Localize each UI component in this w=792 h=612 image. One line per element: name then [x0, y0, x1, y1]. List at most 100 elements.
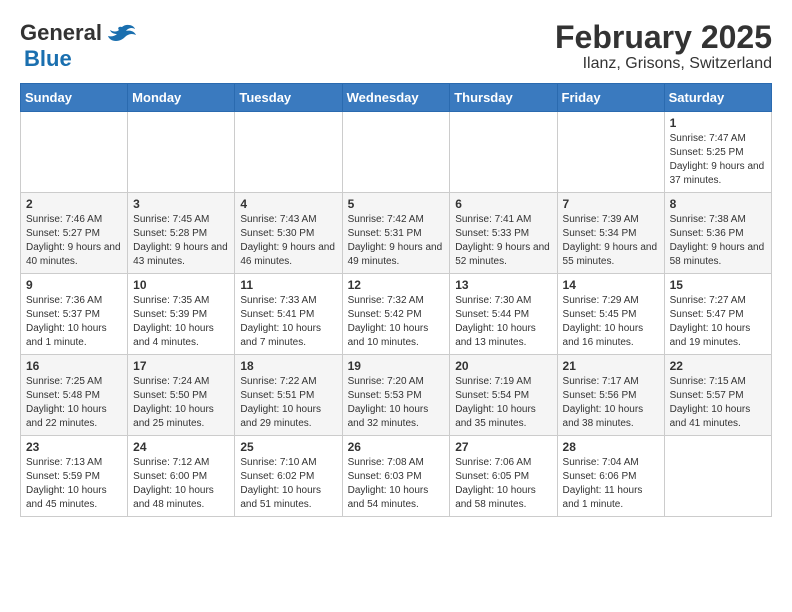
day-info: Sunrise: 7:08 AM Sunset: 6:03 PM Dayligh…: [348, 456, 445, 512]
day-number: 7: [563, 197, 659, 211]
day-info: Sunrise: 7:27 AM Sunset: 5:47 PM Dayligh…: [670, 294, 766, 350]
calendar-week-3: 9 Sunrise: 7:36 AM Sunset: 5:37 PM Daylig…: [21, 274, 772, 355]
table-row: [342, 112, 450, 193]
day-number: 26: [348, 440, 445, 454]
day-number: 13: [455, 278, 551, 292]
table-row: 11 Sunrise: 7:33 AM Sunset: 5:41 PM Dayli…: [235, 274, 342, 355]
day-info: Sunrise: 7:38 AM Sunset: 5:36 PM Dayligh…: [670, 213, 766, 269]
day-number: 10: [133, 278, 229, 292]
day-info: Sunrise: 7:36 AM Sunset: 5:37 PM Dayligh…: [26, 294, 122, 350]
col-tuesday: Tuesday: [235, 84, 342, 112]
col-wednesday: Wednesday: [342, 84, 450, 112]
col-sunday: Sunday: [21, 84, 128, 112]
table-row: 24 Sunrise: 7:12 AM Sunset: 6:00 PM Dayli…: [128, 436, 235, 517]
day-number: 22: [670, 359, 766, 373]
day-number: 1: [670, 116, 766, 130]
day-info: Sunrise: 7:47 AM Sunset: 5:25 PM Dayligh…: [670, 132, 766, 188]
title-block: February 2025 Ilanz, Grisons, Switzerlan…: [555, 20, 772, 73]
table-row: [235, 112, 342, 193]
day-info: Sunrise: 7:20 AM Sunset: 5:53 PM Dayligh…: [348, 375, 445, 431]
table-row: 1 Sunrise: 7:47 AM Sunset: 5:25 PM Daylig…: [664, 112, 771, 193]
table-row: [450, 112, 557, 193]
day-number: 14: [563, 278, 659, 292]
calendar-table: Sunday Monday Tuesday Wednesday Thursday…: [20, 83, 772, 517]
table-row: 13 Sunrise: 7:30 AM Sunset: 5:44 PM Dayli…: [450, 274, 557, 355]
day-number: 12: [348, 278, 445, 292]
table-row: 9 Sunrise: 7:36 AM Sunset: 5:37 PM Daylig…: [21, 274, 128, 355]
day-number: 2: [26, 197, 122, 211]
day-info: Sunrise: 7:45 AM Sunset: 5:28 PM Dayligh…: [133, 213, 229, 269]
day-number: 6: [455, 197, 551, 211]
day-info: Sunrise: 7:13 AM Sunset: 5:59 PM Dayligh…: [26, 456, 122, 512]
table-row: 23 Sunrise: 7:13 AM Sunset: 5:59 PM Dayli…: [21, 436, 128, 517]
location-subtitle: Ilanz, Grisons, Switzerland: [555, 55, 772, 73]
day-info: Sunrise: 7:29 AM Sunset: 5:45 PM Dayligh…: [563, 294, 659, 350]
table-row: 19 Sunrise: 7:20 AM Sunset: 5:53 PM Dayli…: [342, 355, 450, 436]
day-number: 5: [348, 197, 445, 211]
day-info: Sunrise: 7:06 AM Sunset: 6:05 PM Dayligh…: [455, 456, 551, 512]
day-number: 16: [26, 359, 122, 373]
day-number: 18: [240, 359, 336, 373]
table-row: [557, 112, 664, 193]
table-row: 18 Sunrise: 7:22 AM Sunset: 5:51 PM Dayli…: [235, 355, 342, 436]
table-row: 25 Sunrise: 7:10 AM Sunset: 6:02 PM Dayli…: [235, 436, 342, 517]
day-number: 25: [240, 440, 336, 454]
day-info: Sunrise: 7:46 AM Sunset: 5:27 PM Dayligh…: [26, 213, 122, 269]
logo: General Blue: [20, 20, 136, 72]
day-info: Sunrise: 7:24 AM Sunset: 5:50 PM Dayligh…: [133, 375, 229, 431]
table-row: 4Sunrise: 7:43 AM Sunset: 5:30 PM Daylig…: [235, 193, 342, 274]
table-row: 5 Sunrise: 7:42 AM Sunset: 5:31 PM Daylig…: [342, 193, 450, 274]
calendar-week-1: 1 Sunrise: 7:47 AM Sunset: 5:25 PM Daylig…: [21, 112, 772, 193]
day-number: 9: [26, 278, 122, 292]
day-info: Sunrise: 7:35 AM Sunset: 5:39 PM Dayligh…: [133, 294, 229, 350]
table-row: 27Sunrise: 7:06 AM Sunset: 6:05 PM Dayli…: [450, 436, 557, 517]
day-info: Sunrise: 7:42 AM Sunset: 5:31 PM Dayligh…: [348, 213, 445, 269]
day-info: Sunrise: 7:32 AM Sunset: 5:42 PM Dayligh…: [348, 294, 445, 350]
day-number: 23: [26, 440, 122, 454]
table-row: 10 Sunrise: 7:35 AM Sunset: 5:39 PM Dayli…: [128, 274, 235, 355]
day-number: 15: [670, 278, 766, 292]
table-row: 2 Sunrise: 7:46 AM Sunset: 5:27 PM Daylig…: [21, 193, 128, 274]
col-thursday: Thursday: [450, 84, 557, 112]
logo-text: General: [20, 20, 136, 46]
col-friday: Friday: [557, 84, 664, 112]
day-number: 20: [455, 359, 551, 373]
table-row: 20 Sunrise: 7:19 AM Sunset: 5:54 PM Dayli…: [450, 355, 557, 436]
table-row: 17 Sunrise: 7:24 AM Sunset: 5:50 PM Dayli…: [128, 355, 235, 436]
day-number: 19: [348, 359, 445, 373]
table-row: 14 Sunrise: 7:29 AM Sunset: 5:45 PM Dayli…: [557, 274, 664, 355]
table-row: 12 Sunrise: 7:32 AM Sunset: 5:42 PM Dayli…: [342, 274, 450, 355]
calendar-week-2: 2 Sunrise: 7:46 AM Sunset: 5:27 PM Daylig…: [21, 193, 772, 274]
table-row: 26 Sunrise: 7:08 AM Sunset: 6:03 PM Dayli…: [342, 436, 450, 517]
table-row: 21Sunrise: 7:17 AM Sunset: 5:56 PM Dayli…: [557, 355, 664, 436]
day-info: Sunrise: 7:41 AM Sunset: 5:33 PM Dayligh…: [455, 213, 551, 269]
table-row: 28Sunrise: 7:04 AM Sunset: 6:06 PM Dayli…: [557, 436, 664, 517]
table-row: 22 Sunrise: 7:15 AM Sunset: 5:57 PM Dayli…: [664, 355, 771, 436]
table-row: 7Sunrise: 7:39 AM Sunset: 5:34 PM Daylig…: [557, 193, 664, 274]
table-row: 15 Sunrise: 7:27 AM Sunset: 5:47 PM Dayli…: [664, 274, 771, 355]
day-info: Sunrise: 7:04 AM Sunset: 6:06 PM Dayligh…: [563, 456, 659, 512]
day-number: 3: [133, 197, 229, 211]
month-year-title: February 2025: [555, 20, 772, 55]
calendar-week-4: 16 Sunrise: 7:25 AM Sunset: 5:48 PM Dayli…: [21, 355, 772, 436]
day-info: Sunrise: 7:12 AM Sunset: 6:00 PM Dayligh…: [133, 456, 229, 512]
day-info: Sunrise: 7:22 AM Sunset: 5:51 PM Dayligh…: [240, 375, 336, 431]
day-number: 17: [133, 359, 229, 373]
day-info: Sunrise: 7:17 AM Sunset: 5:56 PM Dayligh…: [563, 375, 659, 431]
day-info: Sunrise: 7:15 AM Sunset: 5:57 PM Dayligh…: [670, 375, 766, 431]
day-info: Sunrise: 7:25 AM Sunset: 5:48 PM Dayligh…: [26, 375, 122, 431]
day-number: 24: [133, 440, 229, 454]
table-row: 6 Sunrise: 7:41 AM Sunset: 5:33 PM Daylig…: [450, 193, 557, 274]
day-info: Sunrise: 7:19 AM Sunset: 5:54 PM Dayligh…: [455, 375, 551, 431]
day-info: Sunrise: 7:10 AM Sunset: 6:02 PM Dayligh…: [240, 456, 336, 512]
table-row: [128, 112, 235, 193]
day-number: 11: [240, 278, 336, 292]
table-row: 3 Sunrise: 7:45 AM Sunset: 5:28 PM Daylig…: [128, 193, 235, 274]
table-row: [664, 436, 771, 517]
table-row: 8 Sunrise: 7:38 AM Sunset: 5:36 PM Daylig…: [664, 193, 771, 274]
day-number: 8: [670, 197, 766, 211]
day-info: Sunrise: 7:30 AM Sunset: 5:44 PM Dayligh…: [455, 294, 551, 350]
calendar-week-5: 23 Sunrise: 7:13 AM Sunset: 5:59 PM Dayli…: [21, 436, 772, 517]
day-info: Sunrise: 7:33 AM Sunset: 5:41 PM Dayligh…: [240, 294, 336, 350]
col-saturday: Saturday: [664, 84, 771, 112]
